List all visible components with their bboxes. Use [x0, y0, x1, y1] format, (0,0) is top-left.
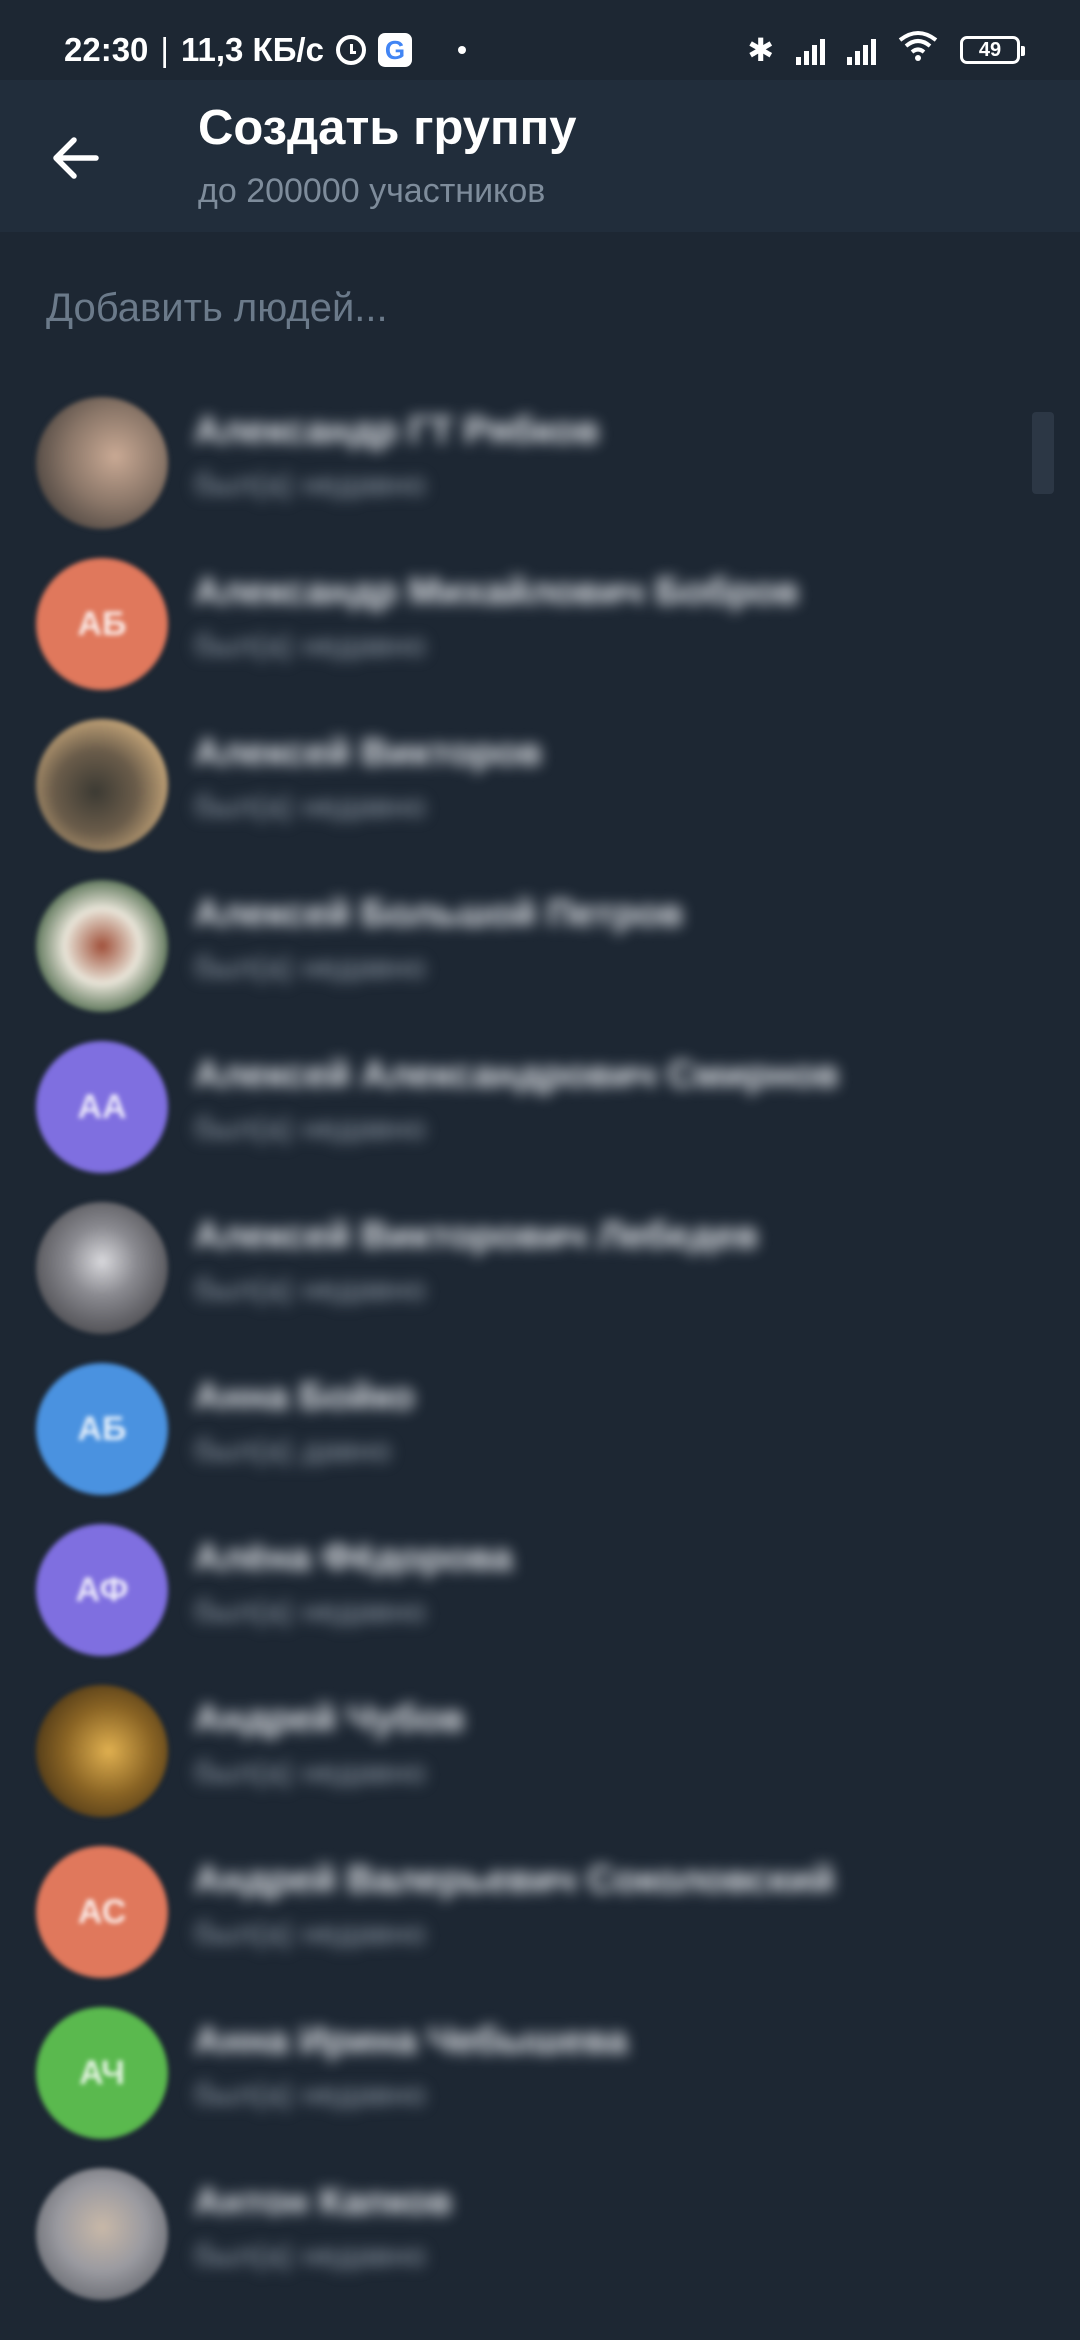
- google-letter: G: [384, 34, 406, 65]
- contact-name: Анна Ирина Чебышева: [194, 2020, 628, 2062]
- contact-name: Алексей Александрович Смирнов: [194, 1054, 839, 1096]
- avatar: АС: [36, 1846, 168, 1978]
- contact-row[interactable]: Алексей Викторович Лебедев был(а) недавн…: [0, 1187, 1080, 1348]
- avatar: [36, 397, 168, 529]
- avatar: [36, 1202, 168, 1334]
- status-time: 22:30: [64, 31, 149, 68]
- status-separator: |: [160, 31, 169, 68]
- battery-level: 49: [978, 38, 1002, 61]
- signal-icon: [796, 35, 825, 65]
- add-people-input[interactable]: [44, 272, 1028, 344]
- app-header: Создать группу до 200000 участников: [0, 80, 1080, 232]
- contact-name: Алёна Фёдорова: [194, 1537, 513, 1579]
- contact-status: был(а) недавно: [194, 2076, 426, 2112]
- status-bar-right: ✱ 49: [747, 30, 1025, 70]
- avatar: [36, 719, 168, 851]
- page-subtitle: до 200000 участников: [198, 172, 546, 210]
- avatar: АА: [36, 1041, 168, 1173]
- avatar: [36, 1685, 168, 1817]
- contact-name: Алексей Викторов: [194, 732, 542, 774]
- wifi-icon: [898, 30, 938, 70]
- contact-row[interactable]: Антон Капков был(а) недавно: [0, 2153, 1080, 2314]
- contact-status: был(а) недавно: [194, 1593, 426, 1629]
- avatar: АБ: [36, 1363, 168, 1495]
- contact-name: Алексей Викторович Лебедев: [194, 1215, 759, 1257]
- dot-icon: [457, 46, 466, 54]
- contact-row[interactable]: АС Андрей Валерьевич Соколовский был(а) …: [0, 1831, 1080, 1992]
- contact-status: был(а) недавно: [194, 466, 426, 502]
- battery-icon: 49: [960, 36, 1025, 64]
- avatar: АФ: [36, 1524, 168, 1656]
- contact-name: Андрей Валерьевич Соколовский: [194, 1859, 835, 1901]
- network-speed: 11,3 КБ/с: [180, 31, 324, 68]
- add-people-field: [0, 232, 1080, 382]
- contact-name: Антон Капков: [194, 2181, 453, 2223]
- contact-name: Андрей Чубов: [194, 1698, 465, 1740]
- page-title: Создать группу: [198, 101, 577, 155]
- contact-name: Анна Бойко: [194, 1376, 415, 1418]
- contact-status: был(а) давно: [194, 1432, 391, 1468]
- contact-status: был(а) недавно: [194, 1915, 426, 1951]
- avatar: [36, 880, 168, 1012]
- contact-status: был(а) недавно: [194, 788, 426, 824]
- contact-status: был(а) недавно: [194, 1754, 426, 1790]
- contact-row[interactable]: АЧ Анна Ирина Чебышева был(а) недавно: [0, 1992, 1080, 2153]
- contact-name: Алексей Большой Петров: [194, 893, 684, 935]
- contact-row[interactable]: Андрей Чубов был(а) недавно: [0, 1670, 1080, 1831]
- contact-row[interactable]: АА Алексей Александрович Смирнов был(а) …: [0, 1026, 1080, 1187]
- google-icon: G: [377, 33, 412, 67]
- contact-status: был(а) недавно: [194, 1271, 426, 1307]
- avatar: АЧ: [36, 2007, 168, 2139]
- bluetooth-icon: ✱: [747, 32, 774, 68]
- avatar: [36, 2168, 168, 2300]
- status-bar-left: 22:30 | 11,3 КБ/с G: [64, 28, 466, 72]
- contact-name: Александр Михайлович Бобров: [194, 571, 799, 613]
- contact-status: был(а) недавно: [194, 627, 426, 663]
- back-button[interactable]: [36, 118, 116, 198]
- contact-status: был(а) недавно: [194, 949, 426, 985]
- contact-row[interactable]: АБ Александр Михайлович Бобров был(а) не…: [0, 543, 1080, 704]
- scrollbar[interactable]: [1032, 412, 1054, 494]
- contact-row[interactable]: АБ Анна Бойко был(а) давно: [0, 1348, 1080, 1509]
- contact-name: Александр ГТ Рябков: [194, 410, 600, 452]
- contact-row[interactable]: АФ Алёна Фёдорова был(а) недавно: [0, 1509, 1080, 1670]
- avatar: АБ: [36, 558, 168, 690]
- contact-list[interactable]: Александр ГТ Рябков был(а) недавно АБ Ал…: [0, 382, 1080, 2314]
- status-bar: 22:30 | 11,3 КБ/с G ✱ 49: [0, 0, 1080, 80]
- signal-icon: [847, 35, 876, 65]
- contact-row[interactable]: Алексей Викторов был(а) недавно: [0, 704, 1080, 865]
- arrow-left-icon: [53, 137, 99, 179]
- contact-row[interactable]: Алексей Большой Петров был(а) недавно: [0, 865, 1080, 1026]
- contact-row[interactable]: Александр ГТ Рябков был(а) недавно: [0, 382, 1080, 543]
- contact-status: был(а) недавно: [194, 2237, 426, 2273]
- contact-status: был(а) недавно: [194, 1110, 426, 1146]
- alarm-icon: [335, 35, 366, 65]
